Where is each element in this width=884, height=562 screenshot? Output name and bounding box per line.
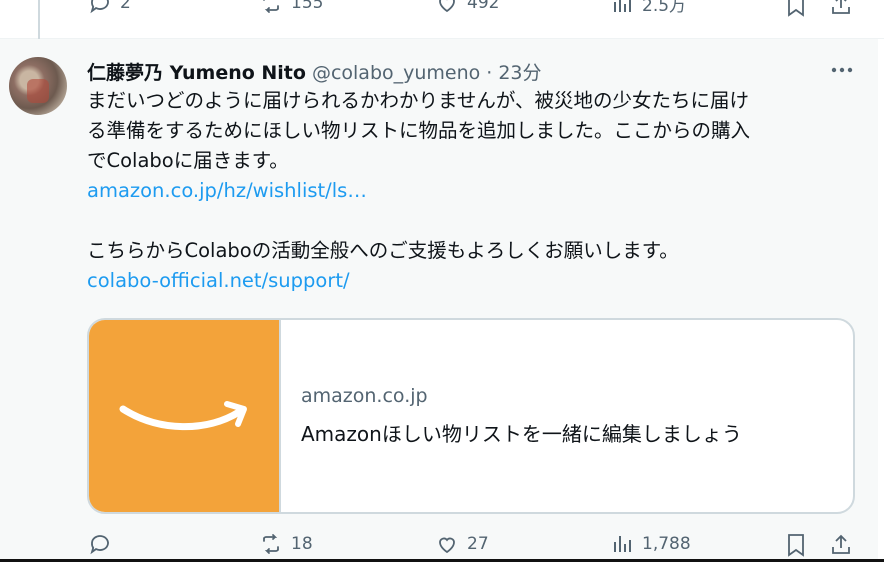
prev-like-button[interactable]: 492 bbox=[435, 0, 499, 15]
wishlist-link[interactable]: amazon.co.jp/hz/wishlist/ls… bbox=[87, 176, 867, 206]
tweet-text-line: る準備をするためにほしい物リストに物品を追加しました。ここからの購入 bbox=[87, 119, 751, 142]
timestamp[interactable]: 23分 bbox=[498, 58, 541, 85]
reply-button[interactable] bbox=[88, 532, 120, 556]
amazon-smile-icon bbox=[119, 401, 247, 431]
author-handle[interactable]: @colabo_yumeno bbox=[312, 62, 480, 84]
like-count: 27 bbox=[467, 534, 489, 554]
card-title: Amazonほしい物リストを一緒に編集しましょう bbox=[301, 422, 742, 446]
bookmark-icon bbox=[788, 534, 804, 557]
prev-like-count: 492 bbox=[467, 0, 500, 13]
reply-icon bbox=[90, 535, 109, 555]
share-icon bbox=[832, 534, 850, 554]
like-button[interactable]: 27 bbox=[435, 532, 489, 556]
tweet-text-line: でColaboに届きます。 bbox=[87, 149, 289, 172]
prev-reply-count: 2 bbox=[120, 0, 131, 13]
views-icon bbox=[614, 536, 631, 552]
retweet-icon bbox=[263, 0, 279, 13]
retweet-button[interactable]: 18 bbox=[259, 532, 313, 556]
like-icon bbox=[439, 537, 455, 554]
bookmark-button[interactable] bbox=[785, 533, 807, 561]
bookmark-icon bbox=[788, 0, 804, 17]
card-domain: amazon.co.jp bbox=[301, 385, 428, 407]
prev-reply-button[interactable]: 2 bbox=[88, 0, 131, 15]
author-name[interactable]: 仁藤夢乃 Yumeno Nito bbox=[87, 58, 306, 85]
scroll-edge bbox=[878, 39, 884, 562]
views-button[interactable]: 1,788 bbox=[610, 532, 691, 556]
prev-bookmark-button[interactable] bbox=[785, 0, 807, 21]
prev-view-count: 2.5万 bbox=[642, 0, 687, 16]
retweet-icon bbox=[263, 534, 279, 554]
more-icon bbox=[831, 67, 853, 73]
prev-share-button[interactable] bbox=[829, 0, 853, 21]
avatar[interactable] bbox=[9, 57, 67, 115]
reply-icon bbox=[90, 0, 109, 14]
prev-views-button[interactable]: 2.5万 bbox=[610, 0, 686, 16]
view-count: 1,788 bbox=[642, 534, 691, 554]
views-icon bbox=[614, 0, 631, 12]
link-card[interactable]: amazon.co.jp Amazonほしい物リストを一緒に編集しましょう bbox=[87, 318, 855, 514]
share-icon bbox=[832, 0, 850, 14]
tweet-text: まだいつどのように届けられるかわかりませんが、被災地の少女たちに届け る準備をす… bbox=[87, 86, 867, 296]
support-link[interactable]: colabo-official.net/support/ bbox=[87, 266, 867, 296]
tweet-text-line: まだいつどのように届けられるかわかりませんが、被災地の少女たちに届け bbox=[87, 89, 750, 112]
like-icon bbox=[439, 0, 455, 13]
more-button[interactable] bbox=[829, 60, 855, 84]
prev-retweet-count: 155 bbox=[291, 0, 324, 13]
share-button[interactable] bbox=[829, 533, 853, 561]
retweet-count: 18 bbox=[291, 534, 313, 554]
tweet-header: 仁藤夢乃 Yumeno Nito @colabo_yumeno · 23分 bbox=[87, 58, 542, 85]
amazon-logo-image bbox=[89, 320, 281, 512]
prev-retweet-button[interactable]: 155 bbox=[259, 0, 323, 15]
separator: · bbox=[486, 62, 493, 84]
tweet-text-line: こちらからColaboの活動全般へのご支援もよろしくお願いします。 bbox=[87, 239, 679, 262]
